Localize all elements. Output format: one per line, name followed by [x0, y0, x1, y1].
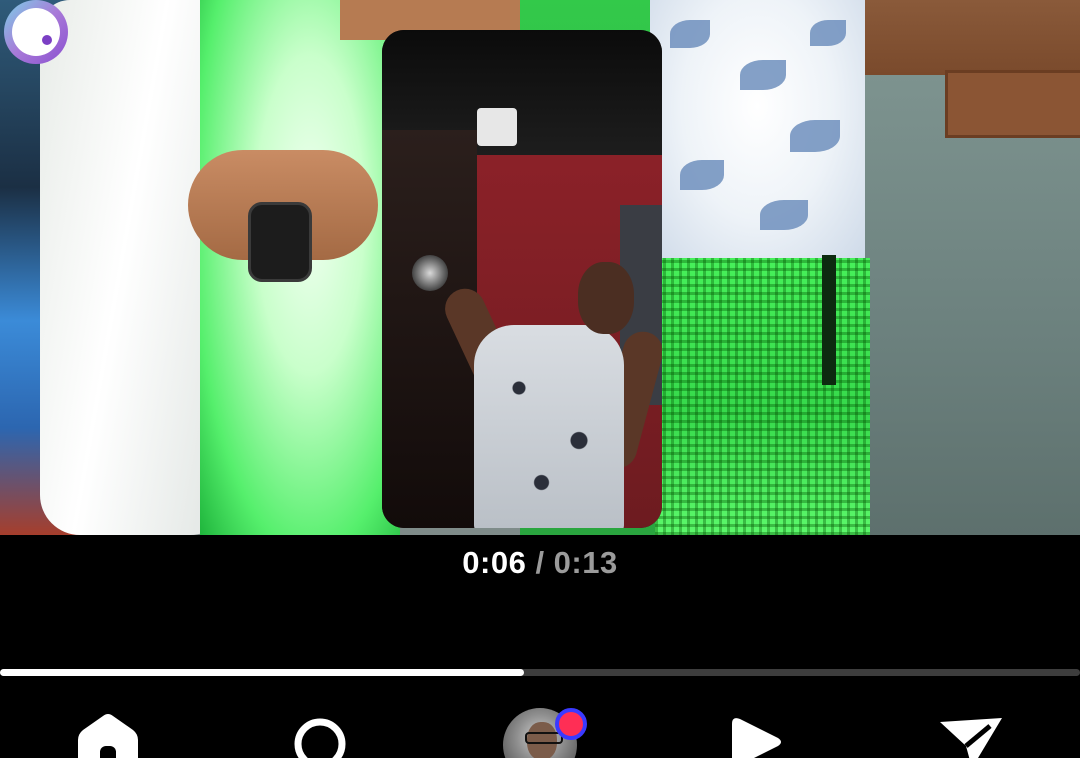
video-player-screen: 0:06 / 0:13: [0, 0, 1080, 758]
wristwatch: [248, 202, 312, 282]
child-dancing: [474, 325, 624, 528]
bottom-navigation: [0, 700, 1080, 758]
notification-dot: [555, 708, 587, 740]
nav-search[interactable]: [280, 708, 360, 758]
person-right-shirt: [650, 0, 865, 265]
search-icon: [294, 718, 346, 758]
total-duration: 0:13: [553, 545, 618, 580]
play-icon: [732, 718, 781, 758]
nav-play[interactable]: [718, 708, 798, 758]
progress-bar[interactable]: [0, 669, 1080, 676]
nav-send[interactable]: [930, 708, 1010, 758]
progress-fill: [0, 669, 524, 676]
current-time: 0:06: [462, 545, 527, 580]
nav-home[interactable]: [68, 708, 148, 758]
background-wood-sign: [945, 70, 1080, 138]
nav-profile[interactable]: [495, 708, 587, 758]
send-icon: [940, 718, 1002, 758]
shorts-stripe: [822, 255, 836, 385]
person-right-shorts: [655, 258, 870, 535]
playback-time: 0:06 / 0:13: [0, 545, 1080, 581]
home-icon: [78, 714, 138, 758]
time-separator: /: [526, 545, 554, 580]
picture-in-picture-video[interactable]: [382, 30, 662, 528]
video-frame[interactable]: [0, 0, 1080, 535]
background-wood-panel: [840, 0, 1080, 75]
app-logo-icon[interactable]: [0, 0, 74, 68]
